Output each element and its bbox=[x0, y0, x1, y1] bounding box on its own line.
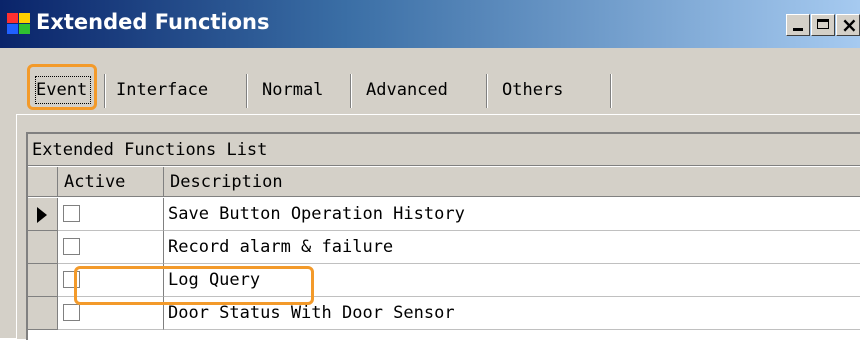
tab-others[interactable]: Others bbox=[502, 70, 563, 110]
tab-others-label: Others bbox=[502, 80, 564, 100]
row-selector[interactable] bbox=[28, 231, 58, 264]
close-button[interactable]: × bbox=[836, 13, 860, 37]
tab-advanced[interactable]: Advanced bbox=[366, 70, 448, 110]
extended-functions-grid[interactable]: Extended Functions List Active Descripti… bbox=[26, 132, 860, 340]
minimize-icon bbox=[793, 28, 803, 31]
log-query-highlight bbox=[74, 266, 314, 305]
minimize-button[interactable] bbox=[786, 14, 810, 36]
row-selector[interactable] bbox=[28, 264, 58, 297]
active-checkbox[interactable] bbox=[63, 238, 80, 255]
column-header-description[interactable]: Description bbox=[164, 167, 860, 197]
title-bar[interactable]: Extended Functions × bbox=[0, 0, 860, 48]
maximize-icon bbox=[817, 19, 829, 29]
tab-normal-label: Normal bbox=[262, 80, 324, 100]
maximize-button[interactable] bbox=[811, 14, 835, 36]
tab-separator bbox=[610, 74, 612, 108]
active-cell[interactable] bbox=[58, 198, 164, 231]
tab-normal[interactable]: Normal bbox=[262, 70, 323, 110]
active-checkbox[interactable] bbox=[63, 205, 80, 222]
row-header-corner bbox=[28, 167, 58, 197]
tab-separator bbox=[246, 74, 248, 108]
active-checkbox[interactable] bbox=[63, 304, 80, 321]
tab-interface[interactable]: Interface bbox=[116, 70, 208, 110]
row-selector[interactable] bbox=[28, 297, 58, 330]
close-icon: × bbox=[841, 13, 858, 37]
tab-advanced-label: Advanced bbox=[366, 80, 448, 100]
row-selector[interactable] bbox=[28, 198, 58, 231]
table-row[interactable]: Save Button Operation History bbox=[28, 198, 860, 231]
table-row[interactable]: Record alarm & failure bbox=[28, 231, 860, 264]
tab-separator bbox=[350, 74, 352, 108]
window-title: Extended Functions bbox=[36, 10, 270, 34]
tab-separator bbox=[104, 74, 106, 108]
app-icon bbox=[7, 13, 31, 35]
grid-caption: Extended Functions List bbox=[28, 134, 860, 166]
tab-separator bbox=[486, 74, 488, 108]
column-header-active[interactable]: Active bbox=[58, 167, 164, 197]
active-cell[interactable] bbox=[58, 231, 164, 264]
description-cell[interactable]: Save Button Operation History bbox=[164, 198, 860, 231]
current-row-arrow-icon bbox=[37, 207, 47, 223]
description-cell[interactable]: Record alarm & failure bbox=[164, 231, 860, 264]
tab-interface-label: Interface bbox=[116, 80, 209, 100]
event-tab-highlight bbox=[27, 64, 97, 110]
